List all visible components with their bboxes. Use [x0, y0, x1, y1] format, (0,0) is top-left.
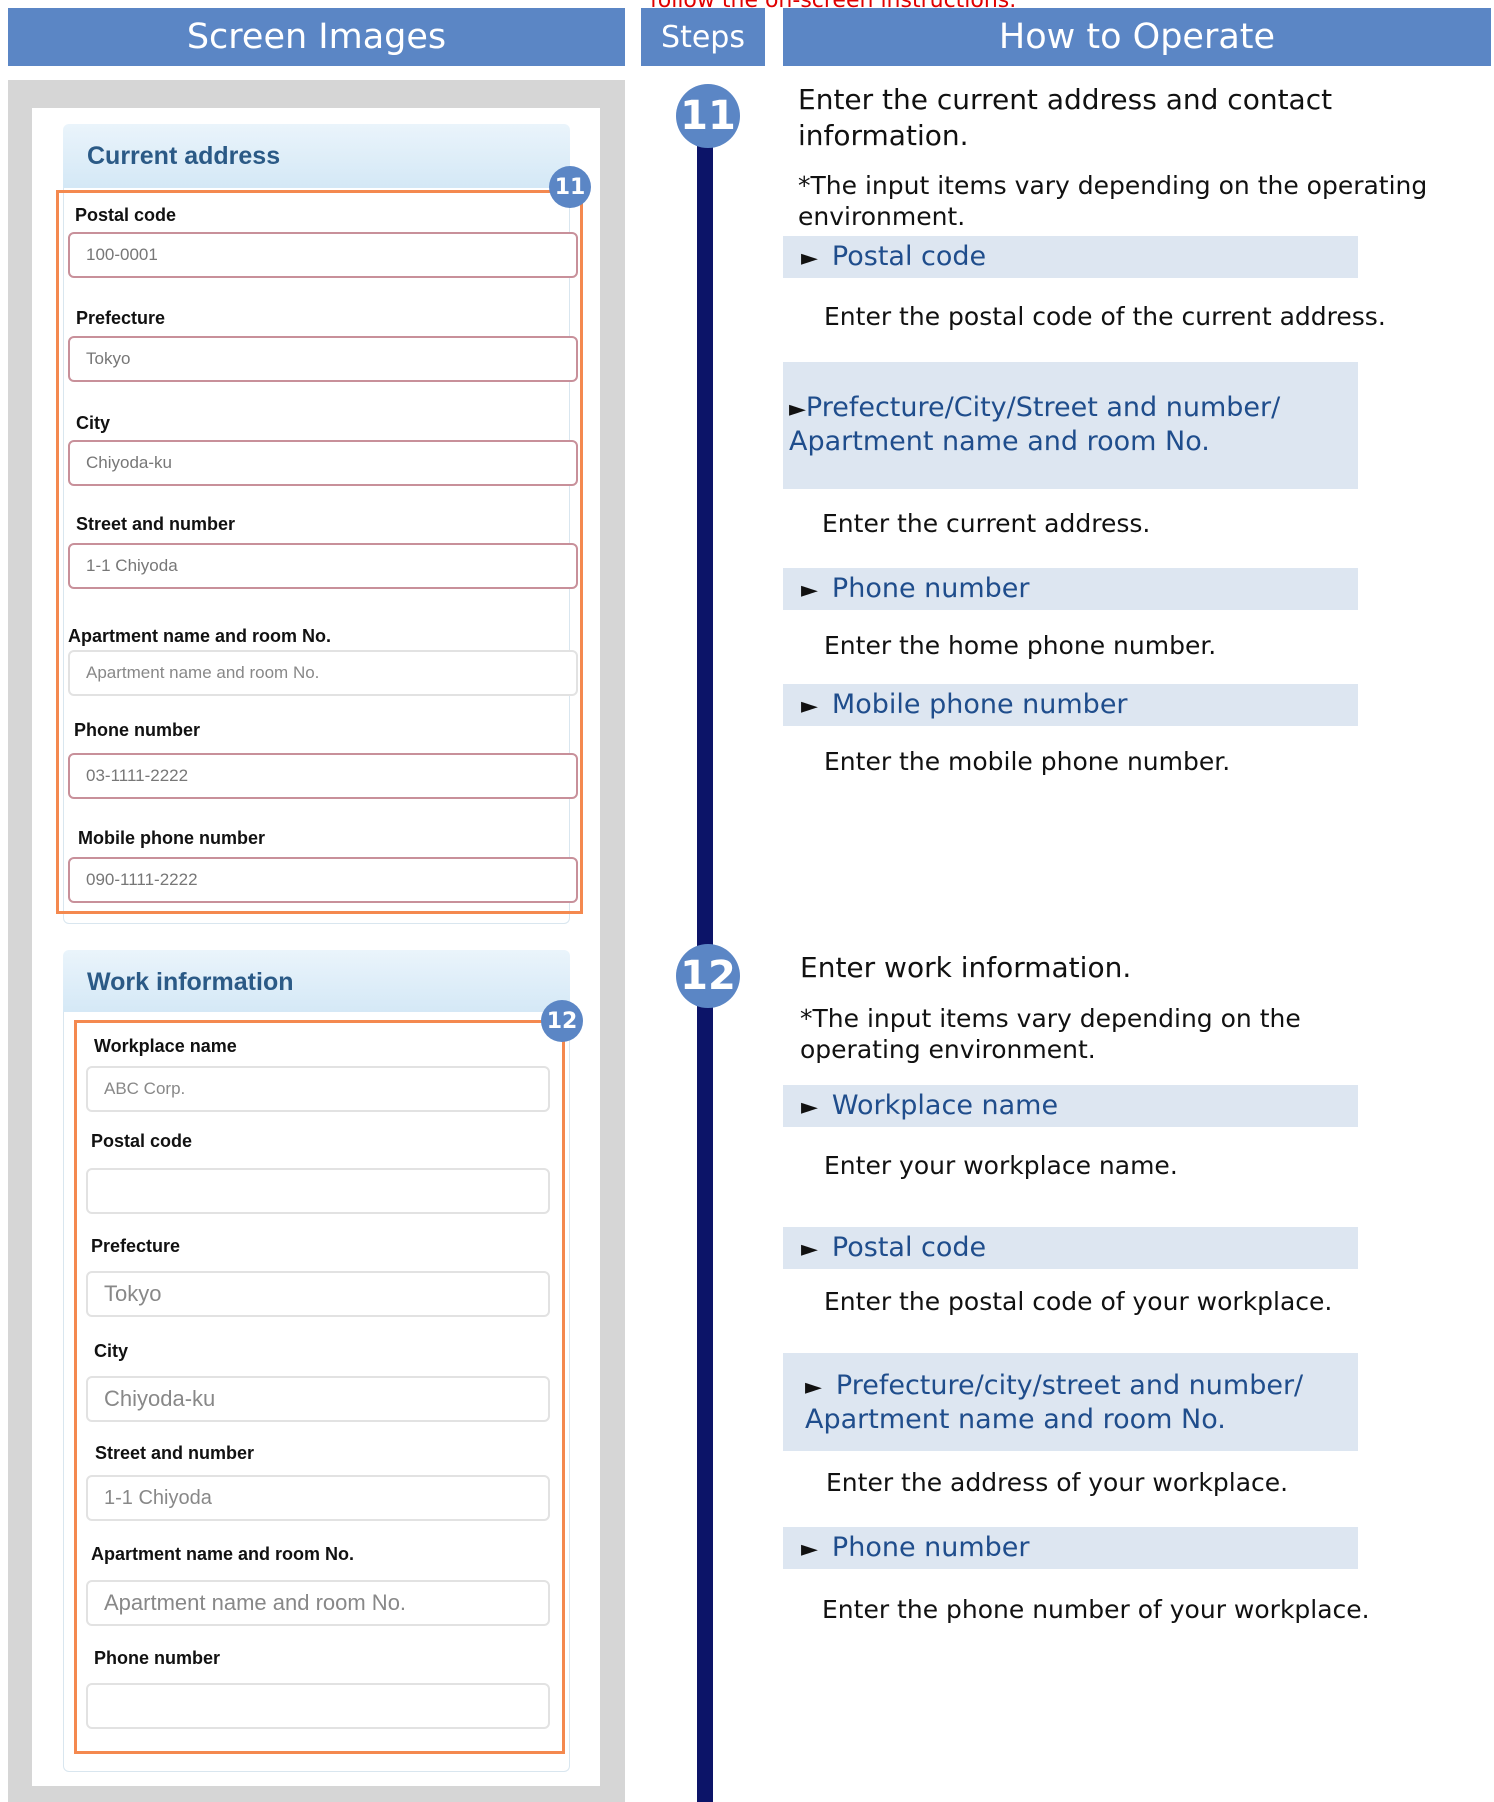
header-steps: Steps [641, 8, 765, 66]
step-11-badge: 11 [549, 166, 591, 208]
field-label: Mobile phone number [78, 828, 265, 848]
field-label: Street and number [95, 1443, 255, 1463]
prefecture-input[interactable]: Tokyo [68, 336, 578, 382]
step-11-item-address: ►Prefecture/City/Street and number/ Apar… [783, 362, 1358, 489]
step-11-desc-postal-code: Enter the postal code of the current add… [824, 302, 1386, 331]
postal-code-input[interactable]: 100-0001 [68, 232, 578, 278]
field-label: Phone number [74, 720, 201, 740]
field-label: Postal code [75, 205, 177, 225]
step-12-note: *The input items vary depending on the o… [800, 1004, 1301, 1064]
header-how-to-operate: How to Operate [783, 8, 1491, 66]
step-12-item-address: ► Prefecture/city/street and number/ Apar… [783, 1353, 1358, 1451]
city-input[interactable]: Chiyoda-ku [68, 440, 578, 486]
step-12-desc-postal-code: Enter the postal code of your workplace. [824, 1287, 1333, 1316]
field-label: Apartment name and room No. [91, 1544, 355, 1564]
field-label: City [94, 1341, 129, 1361]
field-label: City [76, 413, 111, 433]
step-12-item-workplace: ► Workplace name [783, 1085, 1358, 1127]
field-label: Workplace name [94, 1036, 237, 1056]
step-11-item-phone: ► Phone number [783, 568, 1358, 610]
field-label: Apartment name and room No. [68, 626, 332, 646]
step-11-desc-phone: Enter the home phone number. [824, 631, 1217, 660]
step-11-desc-mobile: Enter the mobile phone number. [824, 747, 1231, 776]
work-apartment-input[interactable]: Apartment name and room No. [86, 1580, 550, 1626]
work-prefecture-input[interactable]: Tokyo [86, 1271, 550, 1317]
step-12-desc-workplace: Enter your workplace name. [824, 1151, 1178, 1180]
work-postal-code-input[interactable] [86, 1168, 550, 1214]
workplace-name-input[interactable]: ABC Corp. [86, 1066, 550, 1112]
step-11-item-mobile: ► Mobile phone number [783, 684, 1358, 726]
step-11-desc-address: Enter the current address. [822, 509, 1151, 538]
apartment-input[interactable]: Apartment name and room No. [68, 650, 578, 696]
step-12-badge: 12 [541, 1000, 583, 1042]
step-12-item-phone: ► Phone number [783, 1527, 1358, 1569]
step-12-item-postal-code: ► Postal code [783, 1227, 1358, 1269]
current-address-title: Current address [63, 124, 570, 188]
street-input[interactable]: 1-1 Chiyoda [68, 543, 578, 589]
mobile-phone-input[interactable]: 090-1111-2222 [68, 857, 578, 903]
work-information-title: Work information [63, 950, 570, 1014]
field-label: Prefecture [91, 1236, 181, 1256]
work-phone-input[interactable] [86, 1683, 550, 1729]
step-11-title: Enter the current address and contact in… [798, 83, 1333, 152]
phone-number-input[interactable]: 03-1111-2222 [68, 753, 578, 799]
field-label: Prefecture [76, 308, 166, 328]
field-label: Phone number [94, 1648, 221, 1668]
field-label: Postal code [91, 1131, 193, 1151]
step-11-item-postal-code: ► Postal code [783, 236, 1358, 278]
header-screen-images: Screen Images [8, 8, 625, 66]
step-12-desc-phone: Enter the phone number of your workplace… [822, 1595, 1370, 1624]
work-street-input[interactable]: 1-1 Chiyoda [86, 1475, 550, 1521]
step-12-desc-address: Enter the address of your workplace. [826, 1468, 1289, 1497]
step-11-marker: 11 [676, 84, 740, 148]
step-12-title: Enter work information. [800, 951, 1132, 984]
work-city-input[interactable]: Chiyoda-ku [86, 1376, 550, 1422]
step-11-note: *The input items vary depending on the o… [798, 171, 1428, 231]
field-label: Street and number [76, 514, 236, 534]
step-12-marker: 12 [676, 944, 740, 1008]
